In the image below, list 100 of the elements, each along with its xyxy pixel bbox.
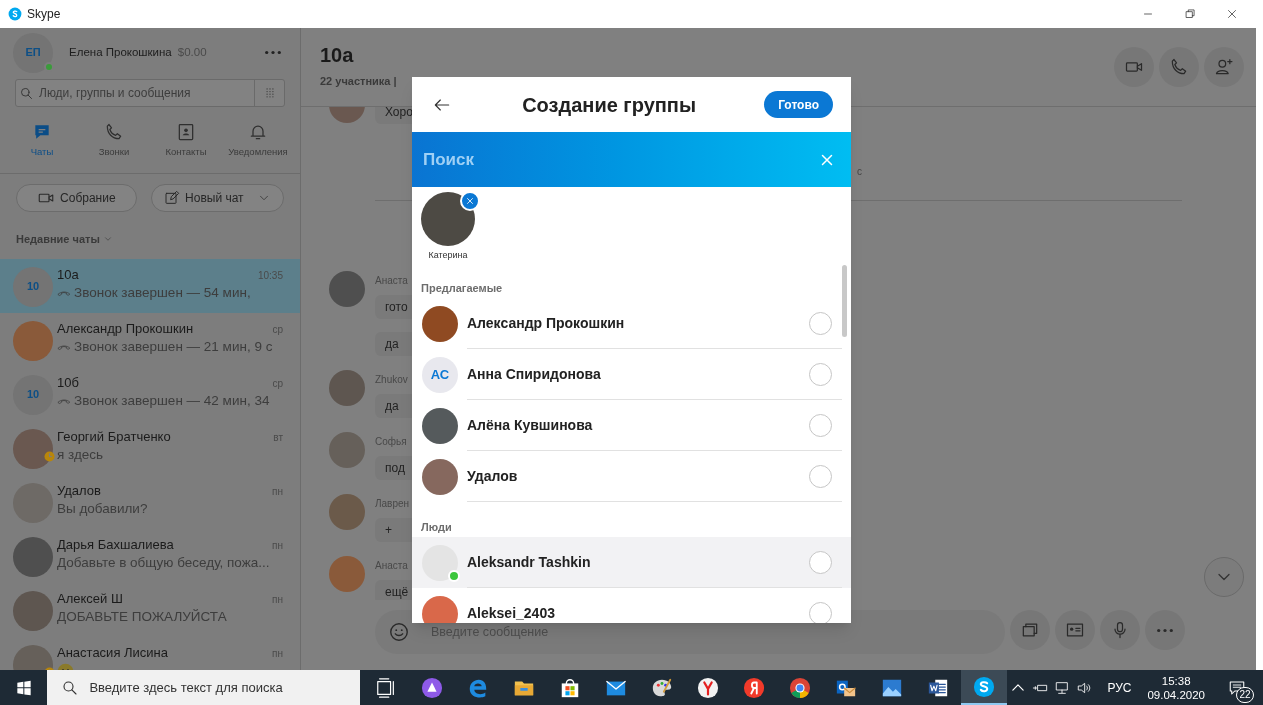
phone-icon (1169, 57, 1189, 77)
recent-chats-toggle[interactable]: Недавние чаты (16, 231, 113, 248)
monitor-icon (1054, 679, 1071, 696)
chat-name: 10а (57, 266, 79, 285)
nav-tab[interactable]: Чаты (6, 122, 78, 164)
message-author: Анаста (375, 560, 408, 572)
assistant-icon (421, 676, 444, 699)
chevron-up-icon (1012, 684, 1025, 691)
chat-preview: Звонок завершен — 54 мин, (74, 283, 251, 302)
avatar-initials: ЕП (13, 32, 53, 73)
avatar-photo (422, 544, 458, 581)
contact-list-item[interactable]: Александр Прокошкин (412, 298, 851, 349)
profile-name: Елена Прокошкина (69, 44, 172, 60)
avatar-photo (329, 556, 365, 592)
done-button[interactable]: Готово (764, 91, 833, 118)
contact-list-item[interactable]: Aleksandr Tashkin (412, 537, 851, 588)
contact-share-button[interactable] (1055, 610, 1095, 650)
browser-icon (789, 676, 812, 699)
select-checkbox[interactable] (809, 601, 832, 623)
selected-contact-name: Катерина (428, 249, 468, 262)
chat-preview: я здесь (57, 445, 104, 464)
contact-list-item[interactable]: Aleksei_2403 (412, 588, 851, 623)
contact-name: Aleksandr Tashkin (467, 552, 592, 572)
contact-name: Удалов (467, 466, 519, 486)
action-button[interactable]: Новый чат (150, 184, 284, 212)
chat-preview: Звонок завершен — 42 мин, 34 (74, 391, 270, 410)
search-icon (19, 85, 34, 101)
palette-icon (651, 676, 674, 699)
add-person-icon (1214, 57, 1234, 77)
message-author: Анаста (375, 275, 408, 287)
avatar-photo (329, 370, 365, 406)
taskbar-app-button[interactable] (961, 670, 1008, 705)
clock-date: 09.04.2020 (1147, 687, 1205, 702)
nav-tab[interactable]: Контакты (150, 122, 222, 164)
contact-list-item[interactable]: Алёна Кувшинова (412, 400, 851, 451)
search-field[interactable]: Поиск (412, 132, 851, 187)
select-checkbox[interactable] (809, 464, 832, 488)
chat-title: 10а (320, 43, 355, 67)
dialog-title: Создание группы (521, 92, 697, 118)
contact-list-item[interactable]: АС Анна Спиридонова (412, 349, 851, 400)
chat-name: Алексей Ш (57, 590, 123, 609)
avatar-photo (422, 407, 458, 444)
chat-name: Георгий Братченко (57, 428, 171, 447)
voice-message-button[interactable] (1100, 610, 1140, 650)
nav-tab[interactable]: Уведомления (222, 122, 294, 164)
section-heading: Люди (420, 520, 453, 535)
action-button[interactable]: Собрание (16, 184, 137, 212)
notification-count: 22 (1236, 687, 1254, 703)
select-checkbox[interactable] (809, 362, 832, 386)
select-checkbox[interactable] (809, 550, 832, 574)
audio-call-button[interactable] (1159, 47, 1199, 87)
clock-button[interactable]: 15:38 09.04.2020 (1141, 670, 1211, 705)
select-checkbox[interactable] (809, 311, 832, 335)
chat-name: Дарья Бахшалиева (57, 536, 174, 555)
avatar-initials: АС (422, 356, 458, 393)
language-indicator[interactable]: РУС (1103, 670, 1136, 705)
browser-icon (743, 676, 766, 699)
chat-time: 10:35 (257, 268, 283, 283)
avatar-photo (422, 305, 458, 342)
avatar-photo (13, 536, 53, 577)
select-checkbox[interactable] (809, 413, 832, 437)
avatar-initials: 10 (13, 266, 53, 307)
phone-icon (104, 122, 124, 142)
contact-card-icon (176, 122, 196, 142)
nav-tab[interactable]: Звонки (78, 122, 150, 164)
remove-contact-button[interactable] (460, 191, 480, 211)
more-icon (1156, 627, 1174, 633)
search-field[interactable]: Люди, группы и сообщения (15, 79, 285, 107)
chat-preview: Звонок завершен — 21 мин, 9 с (74, 337, 273, 356)
video-call-button[interactable] (1114, 47, 1154, 87)
chat-preview: ДОБАВЬТЕ ПОЖАЛУЙСТА (57, 607, 227, 626)
taskbar-search-field[interactable]: Введите здесь текст для поиска (47, 670, 361, 705)
section-heading: Предлагаемые (420, 281, 504, 296)
browser-icon (697, 676, 720, 699)
contact-name: Анна Спиридонова (467, 364, 602, 384)
media-button[interactable] (1010, 610, 1050, 650)
chat-list-item[interactable]: 10 10а 10:35 Звонок завершен — 54 мин, (0, 258, 300, 313)
avatar-photo (422, 458, 458, 495)
windows-logo-icon (15, 679, 32, 696)
avatar-photo (13, 320, 53, 361)
avatar-photo (13, 428, 53, 469)
avatar-photo (329, 432, 365, 468)
chat-name: Удалов (57, 482, 101, 501)
chat-name: Анастасия Лисина (57, 644, 168, 663)
restore-icon (1183, 7, 1197, 21)
more-icon (264, 50, 282, 55)
contact-list-item[interactable]: Удалов (412, 451, 851, 502)
add-people-button[interactable] (1204, 47, 1244, 87)
chat-name: 10б (57, 374, 79, 393)
chat-app-icon (973, 675, 996, 698)
message-author: Лаврен (375, 498, 410, 510)
clock-time: 15:38 (1161, 673, 1191, 688)
smiley-icon (388, 621, 410, 643)
scrollbar-thumb (842, 265, 847, 337)
contact-name: Александр Прокошкин (467, 313, 626, 333)
emoji-button[interactable] (387, 620, 411, 644)
close-icon (465, 196, 475, 206)
avatar-photo (329, 271, 365, 307)
notifications-button[interactable]: 22 (1217, 670, 1257, 705)
pencil-square-icon (164, 190, 181, 206)
